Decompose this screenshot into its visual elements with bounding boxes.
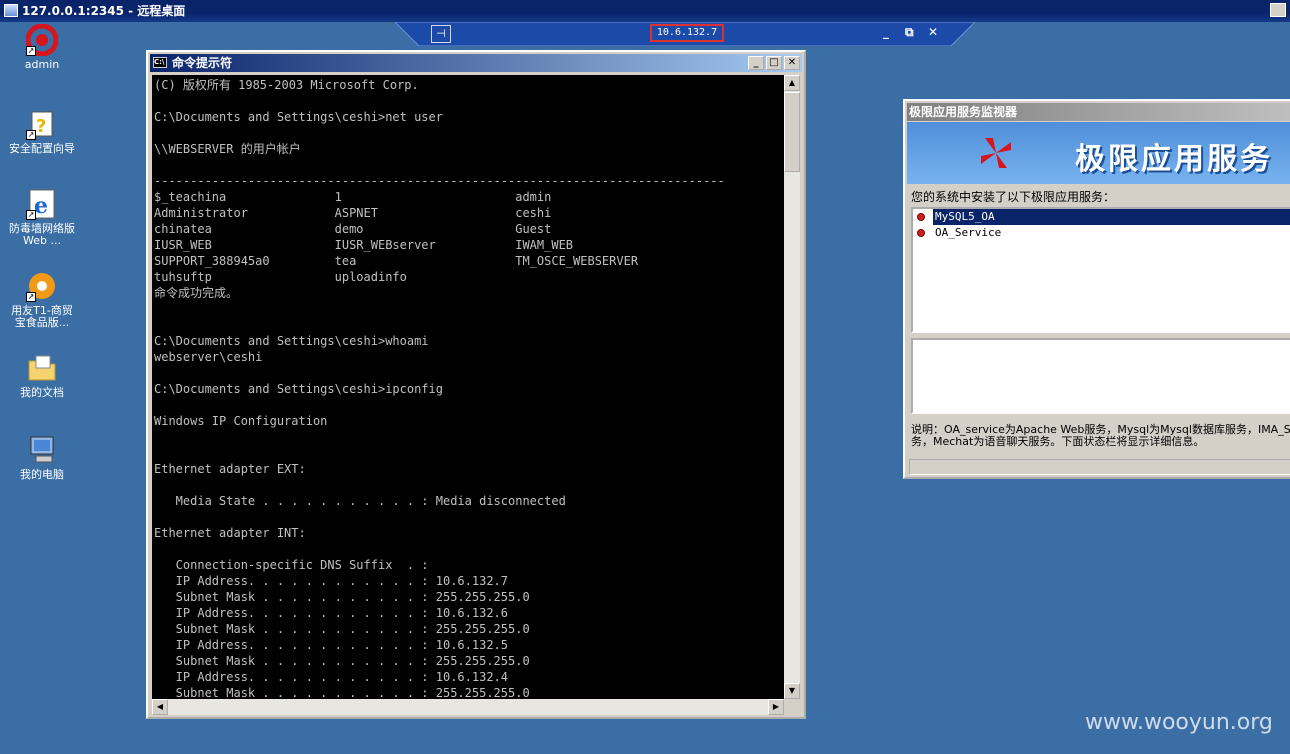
minimize-button[interactable]: _ [748, 56, 764, 70]
service-monitor-window[interactable]: 极限应用服务监视器 极限应用服务 您的系统中安装了以下极限应用服务： MySQL… [903, 99, 1290, 479]
remote-desktop-icon [4, 4, 18, 17]
command-prompt-titlebar[interactable]: C:\ 命令提示符 _ □ ✕ [150, 54, 802, 72]
desktop-icon-admin[interactable]: ↗ admin [6, 23, 78, 71]
debian-swirl-icon: ↗ [25, 23, 59, 57]
pinwheel-logo-icon [981, 138, 1011, 168]
close-button[interactable]: ✕ [784, 56, 800, 70]
console-output-text: (C) 版权所有 1985-2003 Microsoft Corp. C:\Do… [154, 78, 725, 699]
service-list-item[interactable]: OA_Service [913, 225, 1290, 241]
connection-ip-label: 10.6.132.7 [650, 24, 724, 42]
remote-desktop-titlebar[interactable]: 127.0.0.1:2345 - 远程桌面 [0, 0, 1290, 22]
pin-button[interactable]: ⊣ [431, 25, 451, 43]
desktop-icon-my-documents[interactable]: 我的文档 [6, 352, 78, 399]
internet-explorer-icon: e ↗ [26, 188, 58, 220]
services-prompt: 您的系统中安装了以下极限应用服务： [911, 190, 1116, 204]
scroll-right-arrow-icon[interactable]: ▶ [768, 699, 784, 715]
scroll-down-arrow-icon[interactable]: ▼ [784, 683, 800, 699]
status-bar [909, 459, 1290, 475]
service-monitor-titlebar[interactable]: 极限应用服务监视器 [907, 103, 1290, 121]
service-status-icon [917, 213, 925, 221]
folder-icon [26, 352, 58, 384]
desktop-icon-label: 用友T1-商贸宝食品版... [11, 304, 73, 329]
desktop-icon-label: 安全配置向导 [9, 142, 75, 155]
remote-desktop-title: 127.0.0.1:2345 - 远程桌面 [22, 4, 186, 18]
vertical-scrollbar[interactable]: ▲ ▼ [784, 75, 800, 699]
service-name: OA_Service [935, 226, 1002, 239]
service-detail-box [911, 338, 1290, 414]
svg-text:?: ? [36, 116, 46, 137]
desktop-icon-firewall-web[interactable]: e ↗ 防毒墙网络版 Web ... [6, 188, 78, 247]
desktop-icon-security-wizard[interactable]: ? ↗ 安全配置向导 [6, 108, 78, 155]
desktop-icon-label: 我的文档 [20, 386, 64, 399]
desktop-icon-label: 我的电脑 [20, 468, 64, 481]
computer-icon [26, 434, 58, 466]
window-title: 命令提示符 [172, 56, 233, 70]
desktop-icon-my-computer[interactable]: 我的电脑 [6, 434, 78, 481]
watermark-text: www.wooyun.org [1085, 710, 1273, 735]
console-icon: C:\ [153, 57, 167, 68]
banner-title: 极限应用服务 [1075, 142, 1273, 177]
minimize-button[interactable]: _ [883, 25, 889, 39]
service-name: MySQL5_OA [933, 209, 1290, 225]
security-wizard-icon: ? ↗ [26, 108, 58, 140]
maximize-button[interactable]: □ [766, 56, 782, 70]
scroll-left-arrow-icon[interactable]: ◀ [152, 699, 168, 715]
service-list[interactable]: MySQL5_OA OA_Service [911, 207, 1290, 333]
service-monitor-banner: 极限应用服务 [907, 122, 1290, 184]
desktop-icon-yonyou[interactable]: ↗ 用友T1-商贸宝食品版... [6, 270, 78, 329]
scroll-thumb[interactable] [784, 92, 800, 172]
horizontal-scrollbar[interactable]: ◀ ▶ [152, 699, 784, 715]
service-note: 说明：OA_service为Apache Web服务，Mysql为Mysql数据… [911, 423, 1290, 448]
service-status-icon [917, 229, 925, 237]
svg-text:e: e [34, 193, 48, 219]
scroll-up-arrow-icon[interactable]: ▲ [784, 75, 800, 91]
command-prompt-window[interactable]: C:\ 命令提示符 _ □ ✕ (C) 版权所有 1985-2003 Micro… [146, 50, 806, 719]
close-button[interactable]: ✕ [928, 25, 938, 39]
service-list-item[interactable]: MySQL5_OA [913, 209, 1290, 225]
desktop-icon-label: admin [24, 58, 60, 71]
console-output-area[interactable]: (C) 版权所有 1985-2003 Microsoft Corp. C:\Do… [152, 75, 784, 699]
close-button[interactable] [1270, 3, 1286, 17]
connection-bar: ⊣ 10.6.132.7 _ ⧉ ✕ [395, 22, 975, 46]
yonyou-app-icon: ↗ [26, 270, 58, 302]
restore-button[interactable]: ⧉ [905, 25, 914, 40]
desktop-icon-label: 防毒墙网络版 Web ... [9, 222, 75, 247]
